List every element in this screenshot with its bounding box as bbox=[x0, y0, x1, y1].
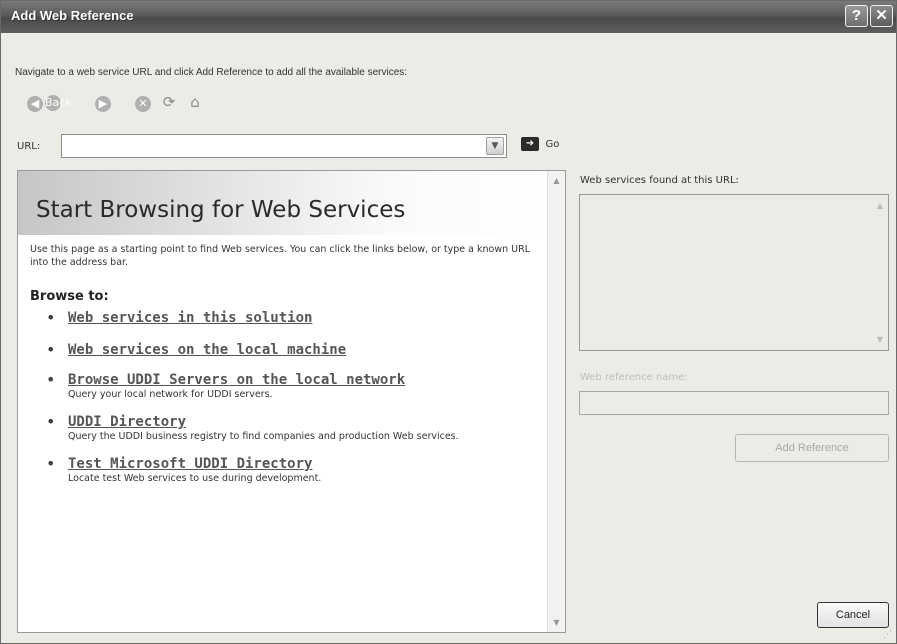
go-label: Go bbox=[545, 138, 560, 150]
scroll-up-icon[interactable]: ▲ bbox=[875, 201, 885, 210]
browse-link-list: Web services in this solution Web servic… bbox=[46, 309, 526, 485]
link-description: Query the UDDI business registry to find… bbox=[68, 431, 459, 442]
link-test-uddi-directory[interactable]: Test Microsoft UDDI Directory bbox=[68, 455, 312, 473]
cancel-button[interactable]: Cancel bbox=[817, 602, 889, 628]
go-button[interactable]: ➜ Go bbox=[521, 137, 559, 157]
resize-grip-icon[interactable]: ⋰ bbox=[883, 630, 892, 640]
web-reference-name-input[interactable] bbox=[579, 391, 889, 415]
stop-icon: ✕ bbox=[135, 96, 151, 112]
go-arrow-icon: ➜ bbox=[521, 137, 539, 151]
found-services-list[interactable]: ▲ ▼ bbox=[579, 194, 889, 351]
home-button[interactable]: ⌂ bbox=[185, 92, 205, 112]
close-button[interactable]: ✕ bbox=[870, 5, 893, 27]
link-solution-services[interactable]: Web services in this solution bbox=[68, 309, 312, 327]
link-description: Query your local network for UDDI server… bbox=[68, 389, 273, 400]
browser-title: Start Browsing for Web Services bbox=[36, 197, 406, 223]
browser-pane: Start Browsing for Web Services Use this… bbox=[17, 170, 566, 633]
url-dropdown-button[interactable]: ▼ bbox=[486, 137, 504, 155]
list-item: UDDI Directory Query the UDDI business r… bbox=[46, 413, 526, 443]
stop-button[interactable]: ✕ bbox=[133, 92, 153, 112]
chevron-down-icon: ▼ bbox=[491, 141, 499, 151]
back-button[interactable]: ◀ Back bbox=[25, 92, 72, 112]
dialog-title: Add Web Reference bbox=[11, 8, 134, 23]
link-uddi-directory[interactable]: UDDI Directory bbox=[68, 413, 186, 431]
instructions-text: Navigate to a web service URL and click … bbox=[15, 67, 408, 78]
refresh-button[interactable]: ⟳ bbox=[159, 92, 179, 112]
link-description: Locate test Web services to use during d… bbox=[68, 473, 322, 484]
scroll-up-icon[interactable]: ▲ bbox=[551, 175, 562, 186]
back-arrow-icon: ◀ bbox=[27, 96, 43, 112]
scroll-down-icon[interactable]: ▼ bbox=[875, 335, 885, 344]
url-combobox[interactable]: ▼ bbox=[61, 134, 507, 158]
scroll-down-icon[interactable]: ▼ bbox=[551, 617, 562, 628]
list-item: Web services in this solution bbox=[46, 309, 526, 327]
forward-arrow-icon: ▶ bbox=[95, 96, 111, 112]
browse-to-heading: Browse to: bbox=[30, 289, 109, 304]
list-item: Browse UDDI Servers on the local network… bbox=[46, 371, 526, 401]
url-label: URL: bbox=[17, 141, 41, 152]
title-bar[interactable]: Add Web Reference ? ✕ bbox=[1, 1, 896, 33]
found-list-scrollbar[interactable]: ▲ ▼ bbox=[872, 195, 888, 350]
link-browse-uddi-servers[interactable]: Browse UDDI Servers on the local network bbox=[68, 371, 405, 389]
link-local-machine-services[interactable]: Web services on the local machine bbox=[68, 341, 346, 359]
url-input[interactable] bbox=[68, 138, 473, 154]
browser-scrollbar[interactable]: ▲ ▼ bbox=[547, 171, 565, 632]
found-services-label: Web services found at this URL: bbox=[580, 175, 739, 186]
forward-button[interactable]: ▶ bbox=[93, 92, 113, 112]
browser-intro-text: Use this page as a starting point to fin… bbox=[30, 244, 531, 268]
refresh-icon: ⟳ bbox=[162, 93, 176, 111]
list-item: Test Microsoft UDDI Directory Locate tes… bbox=[46, 455, 526, 485]
add-web-reference-dialog: Add Web Reference ? ✕ Navigate to a web … bbox=[0, 0, 897, 644]
help-button[interactable]: ? bbox=[845, 5, 868, 27]
web-reference-name-label: Web reference name: bbox=[580, 372, 688, 383]
add-reference-button[interactable]: Add Reference bbox=[735, 434, 889, 462]
home-icon: ⌂ bbox=[190, 93, 200, 111]
list-item: Web services on the local machine bbox=[46, 341, 526, 359]
back-label: Back bbox=[45, 95, 72, 111]
